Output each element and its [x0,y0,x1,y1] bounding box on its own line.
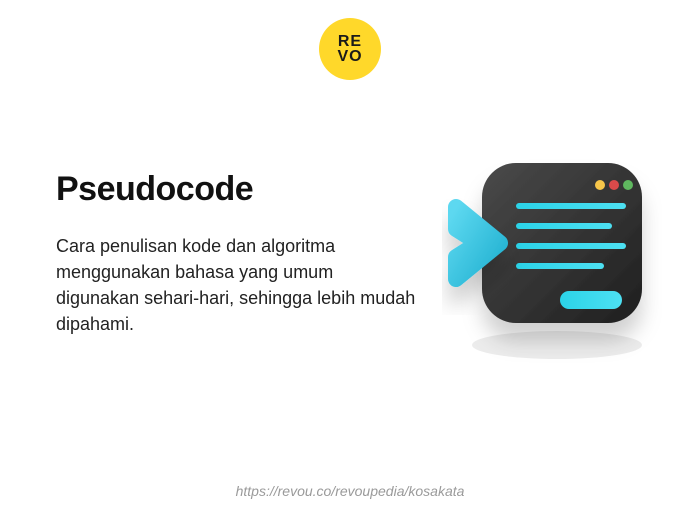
main-content: Pseudocode Cara penulisan kode dan algor… [56,170,416,337]
window-dot-green-icon [623,180,633,190]
cursor-block-icon [560,291,622,309]
code-line-icon [516,223,612,229]
logo-line1: RE [337,34,362,49]
code-line-icon [516,203,626,209]
shadow-ellipse [472,331,642,359]
brand-logo: RE VO [319,18,381,80]
window-dot-red-icon [609,180,619,190]
code-line-icon [516,263,604,269]
source-url: https://revou.co/revoupedia/kosakata [236,483,465,499]
definition-text: Cara penulisan kode dan algoritma menggu… [56,233,416,337]
code-line-icon [516,243,626,249]
page-title: Pseudocode [56,170,416,209]
logo-line2: VO [337,49,362,64]
window-dot-yellow-icon [595,180,605,190]
logo-text: RE VO [337,34,362,64]
terminal-illustration [442,145,662,365]
